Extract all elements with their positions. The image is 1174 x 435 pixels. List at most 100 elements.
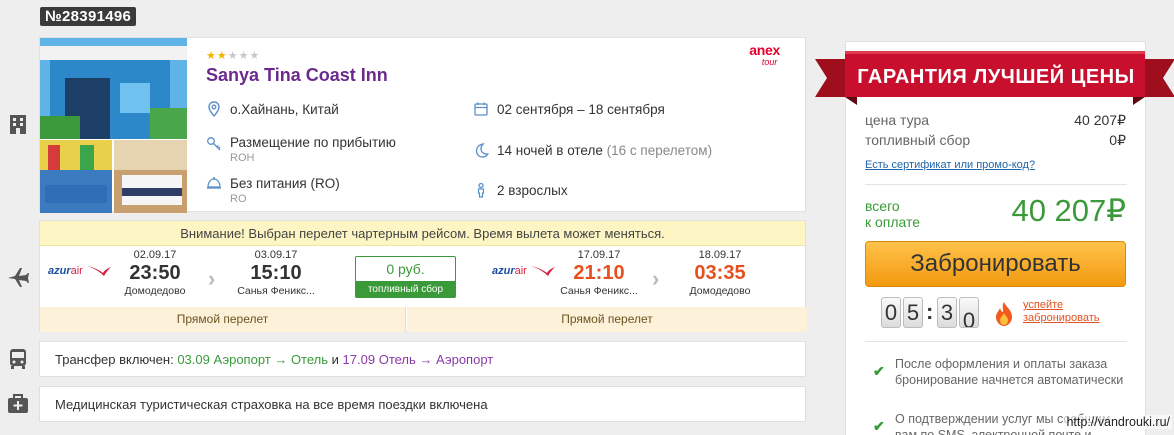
outbound-arrive-time: 15:10 bbox=[250, 262, 302, 284]
total-label-line-1: всего bbox=[865, 198, 900, 214]
outbound-arrive-date: 03.09.17 bbox=[254, 249, 298, 261]
travel-dates: 02 сентября – 18 сентября bbox=[497, 102, 665, 117]
transfer-info: Трансфер включен: 03.09 Аэропорт → Отель… bbox=[39, 341, 806, 377]
airline-name-inbound: azur bbox=[492, 265, 515, 277]
inbound-arrival: 18.09.17 03:35 Домодедово bbox=[665, 249, 775, 297]
outbound-depart-airport: Домодедово bbox=[124, 285, 186, 297]
inbound-arrive-time: 03:35 bbox=[694, 262, 746, 284]
total-label: всего к оплате bbox=[865, 198, 920, 230]
inbound-depart-date: 17.09.17 bbox=[577, 249, 621, 261]
hurry-line-2: забронировать bbox=[1023, 312, 1100, 324]
medical-kit-icon bbox=[8, 394, 28, 413]
booking-note-1: После оформления и оплаты заказа брониро… bbox=[895, 357, 1124, 387]
outbound-arrival: 03.09.17 15:10 Санья Феникс... bbox=[221, 249, 331, 297]
inbound-arrive-date: 18.09.17 bbox=[698, 249, 742, 261]
divider bbox=[865, 341, 1127, 342]
book-button[interactable]: Забронировать bbox=[865, 241, 1126, 287]
inbound-depart-time: 21:10 bbox=[573, 262, 625, 284]
outbound-depart-time: 23:50 bbox=[129, 262, 181, 284]
divider bbox=[865, 184, 1127, 185]
outbound-departure: 02.09.17 23:50 Домодедово bbox=[100, 249, 210, 297]
hurry-line-1: успейте bbox=[1023, 299, 1064, 311]
total-price: 40 207₽ bbox=[1011, 193, 1126, 228]
meal-plan: Без питания (RO) RO bbox=[230, 176, 340, 205]
hotel-star-rating: ★★★★★ bbox=[206, 49, 260, 62]
watermark: http://vandrouki.ru/ bbox=[1064, 415, 1172, 429]
transfer-out-route: Аэропорт → Отель bbox=[213, 352, 329, 367]
order-number: №28391496 bbox=[40, 7, 137, 26]
star-filled-icon: ★ bbox=[216, 50, 228, 62]
meal-plan-code: RO bbox=[230, 193, 247, 205]
hurry-to-book-link[interactable]: успейте забронировать bbox=[1023, 299, 1100, 325]
inbound-depart-airport: Санья Феникс... bbox=[560, 285, 638, 297]
inbound-departure: 17.09.17 21:10 Санья Феникс... bbox=[544, 249, 654, 297]
total-label-line-2: к оплате bbox=[865, 214, 921, 230]
tour-price-value: 40 207₽ bbox=[1074, 112, 1126, 128]
star-filled-icon: ★ bbox=[206, 50, 217, 62]
star-empty-icon: ★ bbox=[227, 50, 239, 62]
airline-name-outbound: azur bbox=[48, 265, 71, 277]
tour-operator-logo: anex tour bbox=[749, 43, 780, 67]
timer-colon: : bbox=[926, 299, 934, 324]
checkmark-icon: ✔ bbox=[873, 363, 885, 379]
fuel-fee-label: топливный сбор bbox=[865, 132, 971, 148]
hotel-photo-main[interactable] bbox=[40, 38, 187, 139]
transfer-back-date: 17.09 bbox=[342, 352, 376, 367]
room-type-code: ROH bbox=[230, 152, 255, 164]
promo-code-link[interactable]: Есть сертификат или промо-код? bbox=[865, 159, 1035, 171]
airplane-icon bbox=[8, 268, 29, 287]
best-price-guarantee: ГАРАНТИЯ ЛУЧШЕЙ ЦЕНЫ bbox=[857, 66, 1135, 88]
transfer-back-route: Отель → Аэропорт bbox=[378, 352, 494, 367]
inbound-arrive-airport: Домодедово bbox=[689, 285, 751, 297]
timer-digit: 3 bbox=[937, 297, 957, 328]
tour-price-label: цена тура bbox=[865, 112, 930, 128]
timer-digit: 5 bbox=[903, 297, 923, 328]
transfer-out-date: 03.09 bbox=[177, 352, 210, 367]
transfer-prefix: Трансфер включен: bbox=[55, 352, 178, 367]
hotel-name[interactable]: Sanya Tina Coast Inn bbox=[206, 65, 388, 86]
airline-suffix-inbound: air bbox=[514, 265, 527, 277]
calendar-icon bbox=[474, 102, 488, 116]
fuel-surcharge-value: 0 руб. bbox=[386, 261, 425, 277]
hotel-photo-room-2[interactable] bbox=[114, 140, 187, 213]
flame-icon bbox=[996, 302, 1012, 326]
timer-digit: 0 bbox=[881, 297, 901, 328]
timer-digit: 0 bbox=[959, 297, 979, 328]
star-empty-icon: ★ bbox=[249, 50, 261, 62]
inbound-direct-label: Прямой перелет bbox=[407, 307, 807, 332]
nights-count: 14 ночей в отеле (16 с перелетом) bbox=[497, 143, 712, 158]
fuel-surcharge-label: топливный сбор bbox=[356, 281, 455, 298]
nights-extra: (16 с перелетом) bbox=[606, 143, 713, 158]
star-empty-icon: ★ bbox=[238, 50, 250, 62]
meal-plan-label: Без питания (RO) bbox=[230, 176, 340, 191]
outbound-direct-label: Прямой перелет bbox=[40, 307, 406, 332]
outbound-arrive-airport: Санья Феникс... bbox=[237, 285, 315, 297]
outbound-depart-date: 02.09.17 bbox=[133, 249, 177, 261]
chevron-right-icon: › bbox=[652, 266, 660, 291]
bus-icon bbox=[10, 349, 26, 369]
insurance-info: Медицинская туристическая страховка на в… bbox=[39, 386, 806, 422]
fuel-fee-value: 0₽ bbox=[1109, 132, 1126, 148]
hotel-card: ★★★★★ Sanya Tina Coast Inn anex tour о.Х… bbox=[39, 37, 806, 213]
hotel-photo-room-1[interactable] bbox=[40, 140, 112, 213]
meal-cloche-icon bbox=[207, 177, 221, 189]
airline-suffix-outbound: air bbox=[70, 265, 83, 277]
flight-outbound[interactable]: azurair 02.09.17 23:50 Домодедово › 03.0… bbox=[40, 247, 406, 307]
operator-sub: tour bbox=[761, 57, 778, 67]
moon-icon bbox=[475, 143, 489, 158]
flight-card: Внимание! Выбран перелет чартерным рейсо… bbox=[39, 220, 807, 332]
guests: 2 взрослых bbox=[497, 183, 568, 198]
charter-notice: Внимание! Выбран перелет чартерным рейсо… bbox=[40, 221, 805, 246]
room-type-label: Размещение по прибытию bbox=[230, 135, 396, 150]
location-pin-icon bbox=[208, 101, 220, 117]
checkmark-icon: ✔ bbox=[873, 418, 885, 434]
transfer-and: и bbox=[328, 352, 343, 367]
chevron-right-icon: › bbox=[208, 266, 216, 291]
fuel-surcharge-box: 0 руб. топливный сбор bbox=[355, 256, 456, 298]
nights-main: 14 ночей в отеле bbox=[497, 143, 603, 158]
hotel-location: о.Хайнань, Китай bbox=[230, 102, 339, 117]
person-icon bbox=[477, 182, 485, 198]
flight-inbound[interactable]: azurair 17.09.17 21:10 Санья Феникс... ›… bbox=[470, 247, 807, 307]
operator-brand: anex bbox=[749, 42, 780, 58]
room-type: Размещение по прибытию ROH bbox=[230, 135, 396, 164]
